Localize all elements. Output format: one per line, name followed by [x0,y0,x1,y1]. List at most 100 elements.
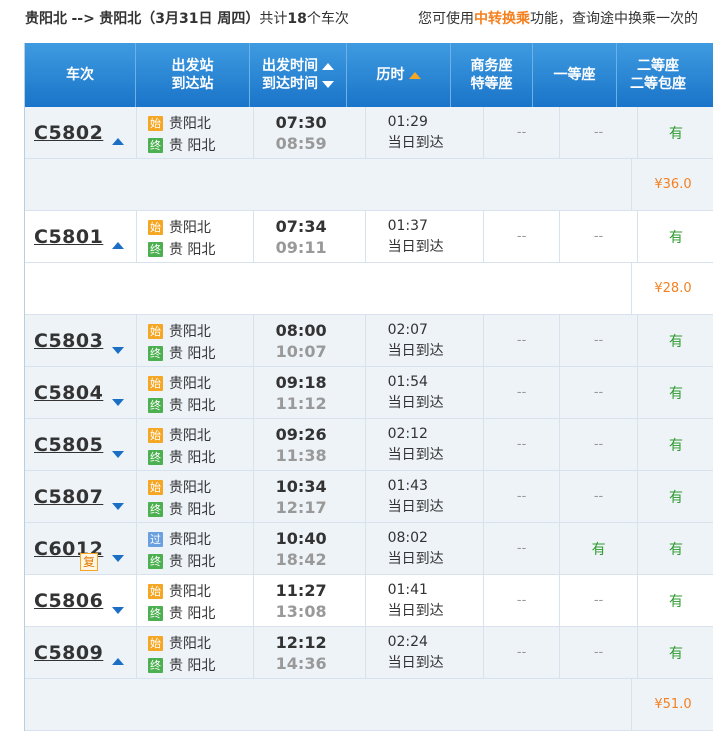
business-seat: -- [484,367,561,418]
arrival-time: 10:07 [275,342,327,361]
business-seat: -- [484,627,561,678]
business-seat: -- [484,107,561,158]
notice-suffix: 功能，查询途中换乘一次的 [530,11,698,27]
arrival-station: 贵 阳北 [168,450,216,466]
summary-count-suffix: 个车次 [306,11,349,27]
train-number-link[interactable]: C5806 [34,590,103,612]
arrival-time: 09:11 [275,238,327,257]
header-time-bottom: 到达时间 [262,76,318,92]
table-row: C5803 始贵阳北终贵 阳北 08:00 10:07 02:07 当日到达 -- -- 有 [25,315,713,367]
end-station-icon: 终 [147,137,163,153]
end-station-icon: 终 [147,345,163,361]
price-row: ¥36.0 [25,159,713,211]
start-station-icon: 始 [147,375,163,391]
train-number-link[interactable]: C5807 [34,486,103,508]
expand-up-icon[interactable] [111,242,124,249]
table-row: C5806 始贵阳北终贵 阳北 11:27 13:08 01:41 当日到达 -- -- 有 [25,575,713,627]
first-class-seat: -- [560,107,639,158]
duration: 02:07 [387,322,428,338]
summary-count-prefix: 共计 [259,11,288,27]
table-row: C5802 始贵阳北终贵 阳北 07:30 08:59 01:29 当日到达 -- -- 有 [25,107,713,159]
stations-cell: 过贵阳北终贵 阳北 [137,523,254,574]
arrival-time: 13:08 [275,602,327,621]
train-number-link[interactable]: C5802 [34,122,103,144]
expand-down-icon[interactable] [111,607,124,614]
header-train-label: 车次 [66,67,94,83]
header-second: 二等座 二等包座 [617,43,699,107]
times-cell: 10:40 18:42 [254,523,366,574]
header-train: 车次 [25,43,136,107]
stations-cell: 始贵阳北终贵 阳北 [137,367,254,418]
train-number-link[interactable]: C5801 [34,226,103,248]
header-duration[interactable]: 历时 [347,43,451,107]
departure-station: 贵阳北 [168,116,211,132]
stations-cell: 始贵阳北终贵 阳北 [137,419,254,470]
departure-time: 09:18 [275,373,327,392]
first-class-seat: -- [560,315,639,366]
arrival-time: 14:36 [275,654,327,673]
arrival-station: 贵 阳北 [168,606,216,622]
second-class-seat[interactable]: 有 [638,627,713,678]
expand-down-icon[interactable] [111,347,124,354]
times-cell: 12:12 14:36 [254,627,366,678]
train-number-link[interactable]: C5805 [34,434,103,456]
train-number-link[interactable]: C5804 [34,382,103,404]
duration-cell: 01:54 当日到达 [366,367,485,418]
transfer-link[interactable]: 中转换乘 [474,11,530,27]
table-row: C5807 始贵阳北终贵 阳北 10:34 12:17 01:43 当日到达 -- -- 有 [25,471,713,523]
header-station-top: 出发站 [171,58,214,74]
second-class-seat[interactable]: 有 [638,471,713,522]
train-cell: C5807 [25,471,137,522]
second-class-seat[interactable]: 有 [638,107,713,158]
duration: 01:29 [387,114,428,130]
header-business-bottom: 特等座 [470,76,513,92]
first-class-seat: -- [560,419,639,470]
second-class-seat[interactable]: 有 [638,367,713,418]
table-header: 车次 出发站 到达站 出发时间 到达时间 历时 商务座 特等座 一等座 二等座 … [25,43,713,107]
second-class-seat[interactable]: 有 [638,315,713,366]
train-number-link[interactable]: C5803 [34,330,103,352]
times-cell: 08:00 10:07 [254,315,366,366]
arrival-station: 贵 阳北 [168,138,216,154]
expand-down-icon[interactable] [111,555,124,562]
business-seat: -- [484,211,561,262]
price-row: ¥28.0 [25,263,713,315]
departure-station: 贵阳北 [168,428,211,444]
stations-cell: 始贵阳北终贵 阳北 [137,575,254,626]
duration: 02:24 [387,634,428,650]
departure-time: 07:30 [275,113,327,132]
end-station-icon: 终 [147,397,163,413]
end-station-icon: 终 [147,657,163,673]
stations-cell: 始贵阳北终贵 阳北 [137,211,254,262]
train-number-link[interactable]: C5809 [34,642,103,664]
expand-down-icon[interactable] [111,399,124,406]
train-cell: C5805 [25,419,137,470]
arrival-station: 贵 阳北 [168,554,216,570]
arrival-station: 贵 阳北 [168,242,216,258]
second-class-seat[interactable]: 有 [638,523,713,574]
end-station-icon: 终 [147,605,163,621]
expand-down-icon[interactable] [111,451,124,458]
start-station-icon: 始 [147,219,163,235]
expand-down-icon[interactable] [111,503,124,510]
departure-time: 12:12 [275,633,327,652]
departure-time: 08:00 [275,321,327,340]
duration-cell: 01:29 当日到达 [366,107,485,158]
train-cell: C5809 [25,627,137,678]
second-class-seat[interactable]: 有 [638,419,713,470]
second-class-seat[interactable]: 有 [638,211,713,262]
expand-up-icon[interactable] [111,138,124,145]
second-class-price: ¥36.0 [631,159,713,210]
table-row: C5804 始贵阳北终贵 阳北 09:18 11:12 01:54 当日到达 -- -- 有 [25,367,713,419]
second-class-seat[interactable]: 有 [638,575,713,626]
expand-up-icon[interactable] [111,658,124,665]
header-times[interactable]: 出发时间 到达时间 [250,43,347,107]
duration-cell: 01:41 当日到达 [366,575,485,626]
train-cell: C5804 [25,367,137,418]
start-station-icon: 始 [147,479,163,495]
sort-arrival[interactable]: 到达时间 [262,75,334,93]
sort-departure[interactable]: 出发时间 [262,57,334,75]
sort-down-icon [322,81,334,88]
table-row: C5809 始贵阳北终贵 阳北 12:12 14:36 02:24 当日到达 -- -- 有 [25,627,713,679]
business-seat: -- [484,575,561,626]
